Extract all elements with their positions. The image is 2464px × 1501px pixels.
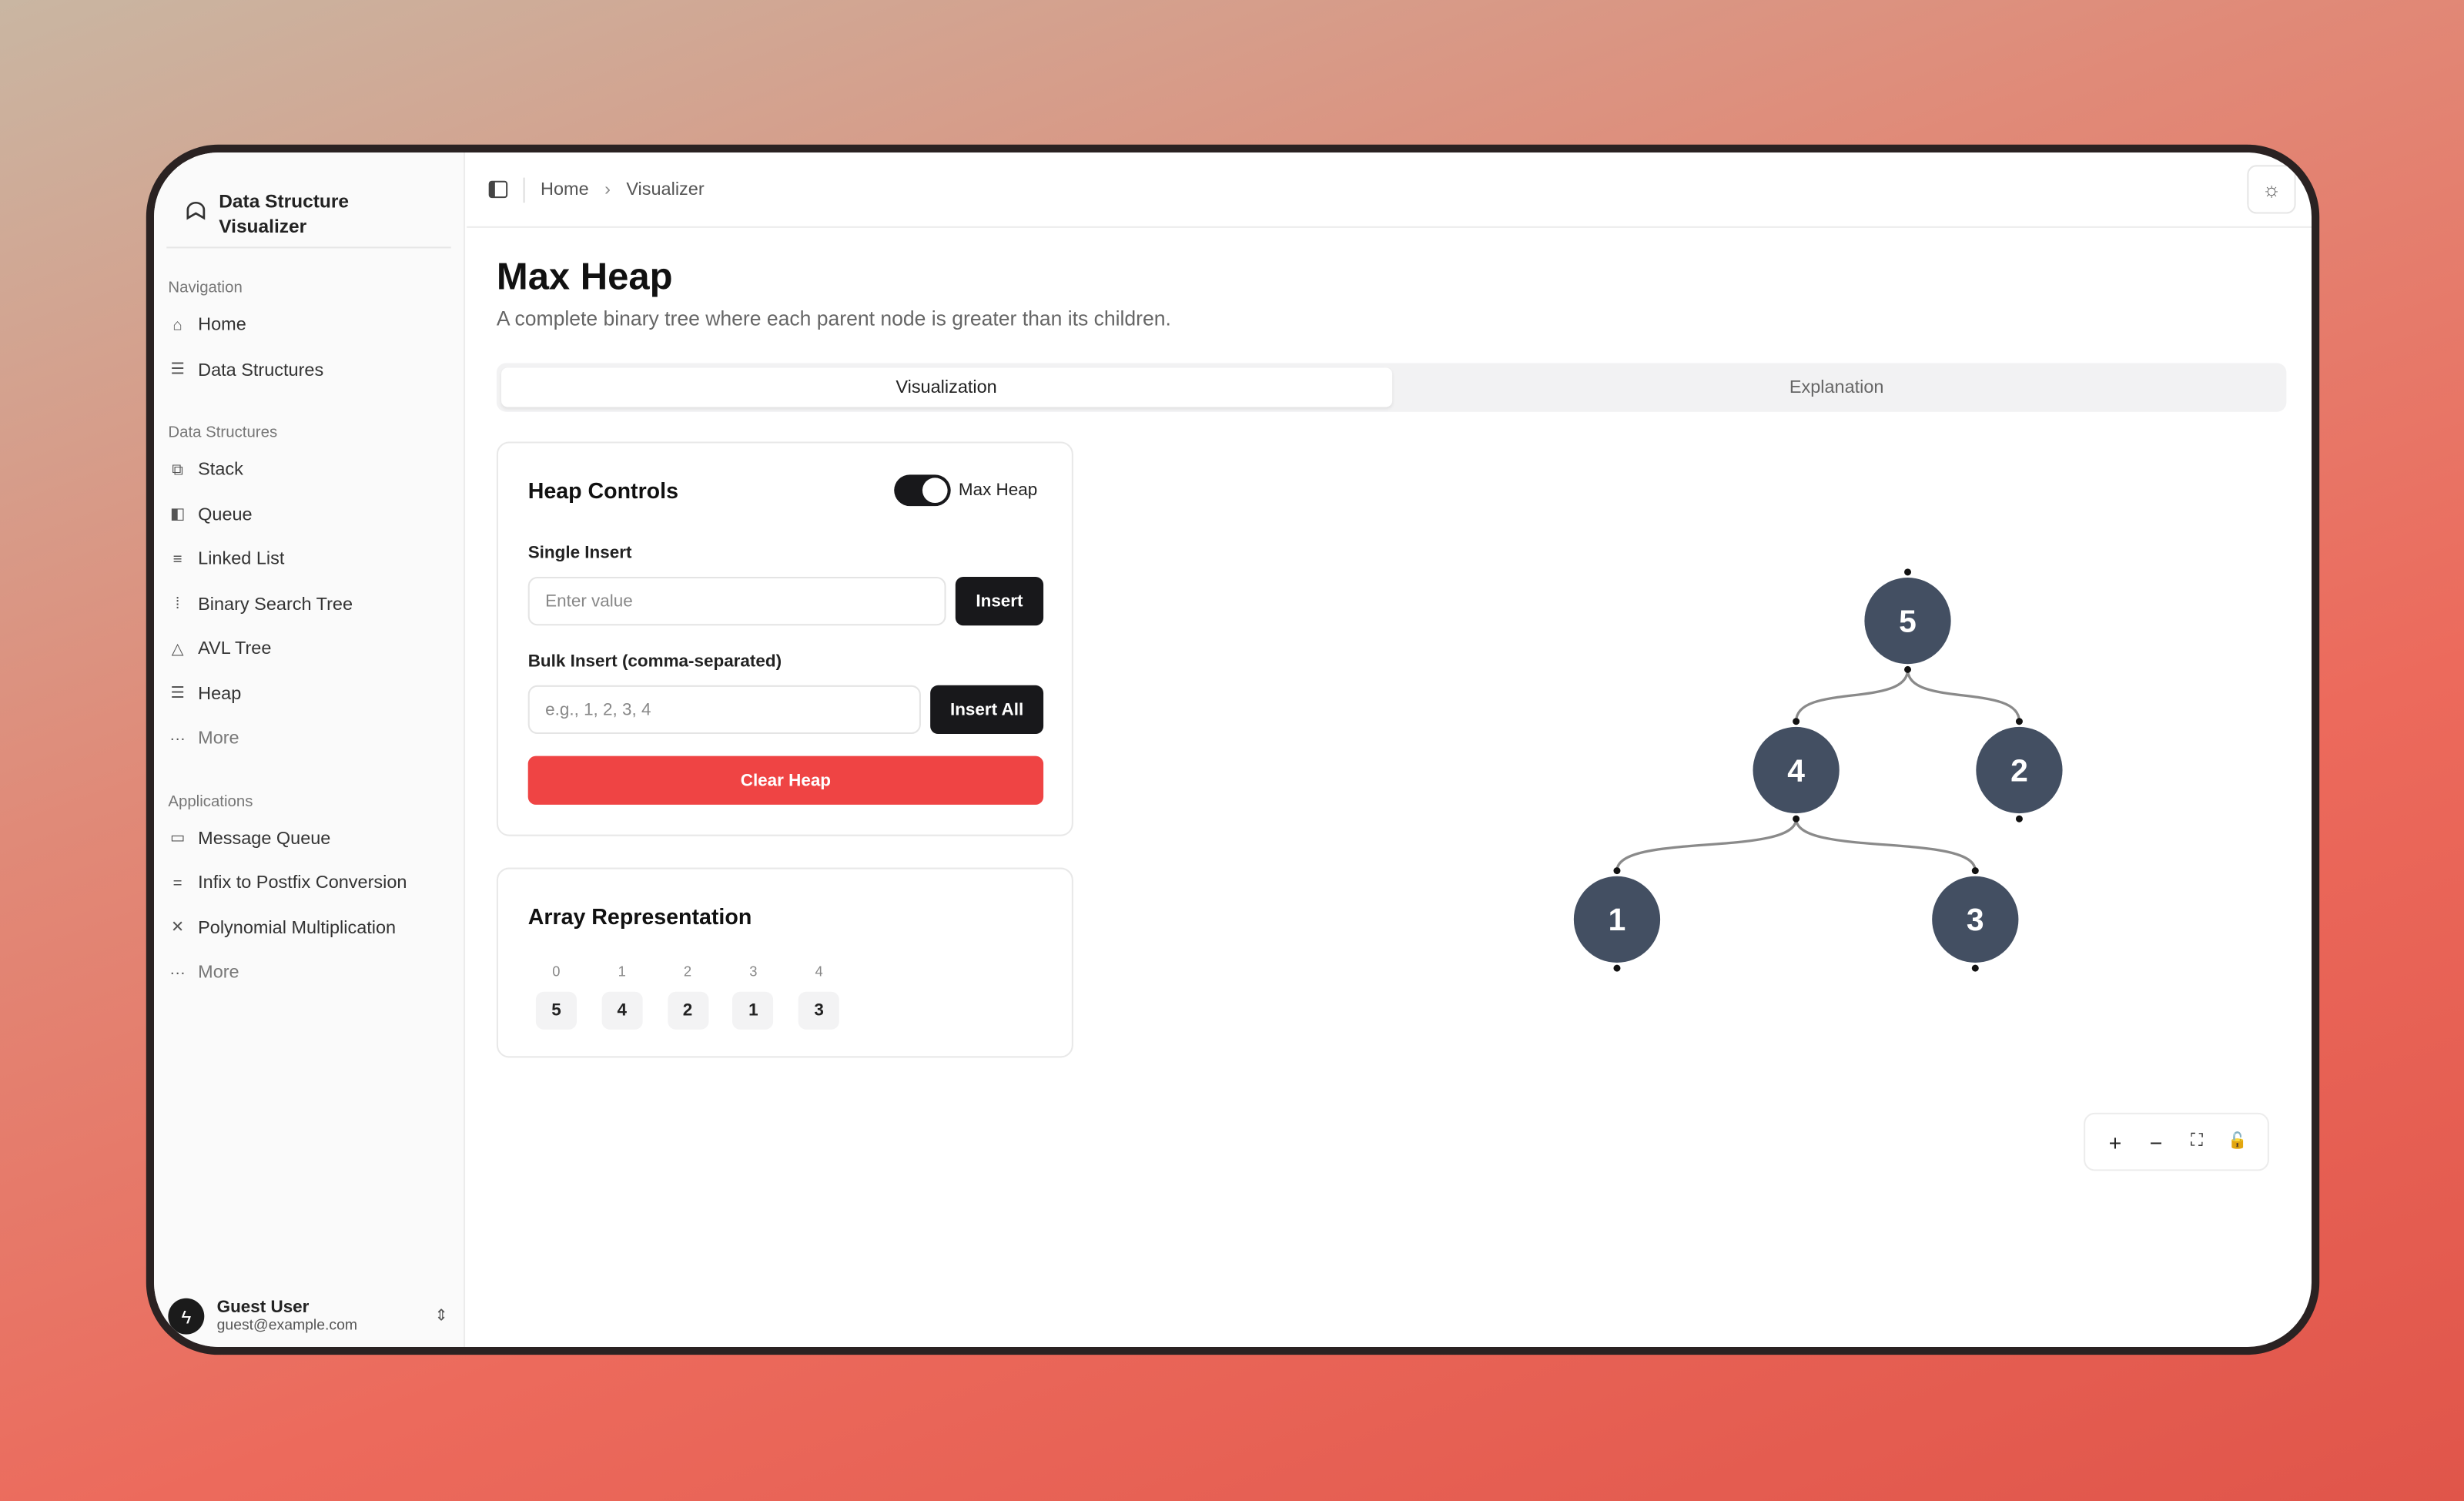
sidebar-item-label: Queue	[198, 505, 253, 525]
brain-icon: ᗣ	[185, 199, 206, 226]
sidebar-item-label: Binary Search Tree	[198, 595, 353, 615]
sidebar-item-label: AVL Tree	[198, 640, 272, 659]
node-handle	[1971, 964, 1979, 972]
sidebar-item-label: Polynomial Multiplication	[198, 919, 397, 938]
sidebar-item-label: Data Structures	[198, 360, 324, 380]
sidebar-item-label: More	[198, 963, 239, 983]
node-handle	[1613, 867, 1621, 875]
stack-icon: ⧉	[172, 461, 183, 479]
heap-tree-canvas[interactable]: 5 4 2 1 3	[467, 152, 2312, 1347]
sidebar: ᗣ Data Structure Visualizer Navigation ⌂ Ho…	[153, 152, 466, 1347]
sidebar-group-label: Data Structures	[168, 424, 278, 442]
sidebar-item-label: Stack	[198, 461, 243, 480]
sidebar-item-queue[interactable]: ◧ Queue	[154, 493, 464, 538]
sidebar-item-more[interactable]: ··· More	[154, 717, 464, 762]
avatar: ϟ	[168, 1298, 205, 1335]
brand[interactable]: ᗣ Data Structure Visualizer	[154, 152, 464, 246]
sidebar-item-label: Message Queue	[198, 829, 331, 849]
sidebar-item-message-queue[interactable]: ▭ Message Queue	[154, 816, 464, 861]
sidebar-item-home[interactable]: ⌂ Home	[154, 303, 464, 348]
lock-icon[interactable]: 🔓	[2221, 1133, 2255, 1150]
sidebar-item-label: Infix to Postfix Conversion	[198, 874, 407, 893]
tree-edge	[1906, 669, 2021, 722]
more-icon: ···	[169, 730, 186, 748]
heap-node-label: 3	[1967, 902, 1984, 937]
sidebar-item-more[interactable]: ··· More	[154, 951, 464, 996]
database-icon: ☰	[170, 361, 185, 380]
heap-node-label: 4	[1787, 752, 1805, 788]
sidebar-item-linked-list[interactable]: ≡ Linked List	[154, 538, 464, 582]
x-icon: ✕	[171, 920, 185, 937]
node-handle	[1971, 867, 1979, 875]
sidebar-group-label: Navigation	[168, 280, 243, 297]
sidebar-group-label: Applications	[168, 792, 253, 811]
sidebar-item-infix-to-postfix-conversion[interactable]: = Infix to Postfix Conversion	[154, 861, 464, 906]
node-handle	[2015, 718, 2023, 725]
sidebar-item-avl-tree[interactable]: △ AVL Tree	[154, 627, 464, 672]
message-icon: ▭	[169, 830, 186, 848]
node-handle	[1613, 964, 1621, 972]
sidebar-item-binary-search-tree[interactable]: ⁞ Binary Search Tree	[154, 582, 464, 627]
queue-icon: ◧	[169, 506, 186, 524]
sidebar-item-label: Heap	[198, 685, 242, 704]
sidebar-item-stack[interactable]: ⧉ Stack	[154, 448, 464, 493]
fit-view-icon[interactable]: ⛶	[2180, 1131, 2215, 1152]
more-icon: ···	[169, 964, 186, 982]
sidebar-item-heap[interactable]: ☰ Heap	[154, 672, 464, 716]
sidebar-item-label: Home	[198, 316, 246, 336]
device-frame: ᗣ Data Structure Visualizer Navigation ⌂ Ho…	[146, 144, 2320, 1355]
equals-icon: =	[172, 875, 182, 893]
sidebar-item-label: More	[198, 729, 239, 749]
user-menu[interactable]: ϟ Guest User guest@example.com ⇕	[168, 1298, 448, 1335]
home-icon: ⌂	[172, 317, 182, 335]
sidebar-item-polynomial-multiplication[interactable]: ✕ Polynomial Multiplication	[154, 906, 464, 951]
zoom-controls: + − ⛶ 🔓	[2084, 1112, 2269, 1171]
node-handle	[1793, 815, 1800, 823]
node-handle	[1793, 718, 1800, 725]
chevrons-up-down-icon: ⇕	[434, 1307, 448, 1325]
triangle-icon: △	[171, 641, 184, 658]
sidebar-item-data-structures[interactable]: ☰ Data Structures	[154, 348, 464, 393]
node-handle	[2015, 815, 2023, 823]
database-icon: ☰	[170, 685, 185, 703]
node-handle	[1904, 568, 1912, 576]
heap-node-label: 1	[1609, 902, 1626, 937]
tree-edge	[1795, 818, 1977, 871]
heap-node-label: 2	[2010, 752, 2028, 788]
heap-node-label: 5	[1899, 603, 1917, 638]
zoom-in-icon[interactable]: +	[2097, 1129, 2132, 1154]
divider	[166, 246, 451, 249]
tree-icon: ⁞	[175, 595, 180, 614]
list-icon: ≡	[172, 551, 182, 569]
zoom-out-icon[interactable]: −	[2139, 1129, 2174, 1154]
tree-edge	[1615, 818, 1798, 871]
sidebar-item-label: Linked List	[198, 550, 285, 570]
node-handle	[1904, 665, 1912, 673]
tree-edge	[1795, 669, 1910, 722]
